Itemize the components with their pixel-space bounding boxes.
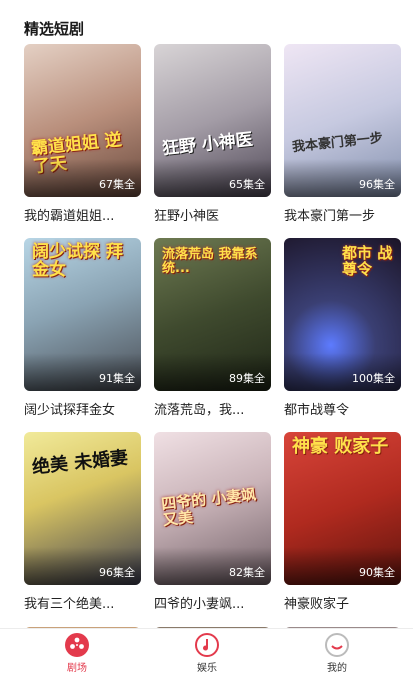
- drama-poster[interactable]: 四爷的 小妻飒又美 82集全: [154, 432, 271, 585]
- episode-count: 91集全: [99, 372, 135, 385]
- episode-count: 90集全: [359, 566, 395, 579]
- drama-card[interactable]: 狂野 小神医 65集全 狂野小神医: [154, 44, 271, 224]
- drama-poster[interactable]: 都市 战尊令 100集全: [284, 238, 401, 391]
- drama-title[interactable]: 阔少试探拜金女: [24, 399, 141, 418]
- drama-card[interactable]: 神豪 败家子 90集全 神豪败家子: [284, 432, 401, 612]
- episode-count: 65集全: [229, 178, 265, 191]
- drama-title[interactable]: 我本豪门第一步: [284, 205, 401, 224]
- drama-grid: 霸道姐姐 逆了天 67集全 我的霸道姐姐... 狂野 小神医 65集全 狂野小神…: [0, 0, 413, 681]
- tab-label: 剧场: [67, 663, 87, 674]
- drama-poster[interactable]: 霸道姐姐 逆了天 67集全: [24, 44, 141, 197]
- film-reel-icon: [65, 633, 89, 657]
- drama-poster[interactable]: 狂野 小神医 65集全: [154, 44, 271, 197]
- profile-smile-icon: [325, 633, 349, 657]
- tab-label: 我的: [327, 663, 347, 674]
- tab-mine[interactable]: 我的: [297, 633, 377, 674]
- poster-tagline: 神豪 败家子: [292, 436, 389, 457]
- drama-poster[interactable]: 阔少试探 拜金女 91集全: [24, 238, 141, 391]
- drama-title[interactable]: 我有三个绝美...: [24, 593, 141, 612]
- episode-count: 82集全: [229, 566, 265, 579]
- episode-count: 67集全: [99, 178, 135, 191]
- drama-title[interactable]: 四爷的小妻飒...: [154, 593, 271, 612]
- drama-card[interactable]: 我本豪门第一步 96集全 我本豪门第一步: [284, 44, 401, 224]
- tab-theater[interactable]: 剧场: [37, 633, 117, 674]
- tab-entertainment[interactable]: 娱乐: [167, 633, 247, 674]
- drama-card[interactable]: 霸道姐姐 逆了天 67集全 我的霸道姐姐...: [24, 44, 141, 224]
- drama-title[interactable]: 神豪败家子: [284, 593, 401, 612]
- tab-label: 娱乐: [197, 663, 217, 674]
- drama-card[interactable]: 四爷的 小妻飒又美 82集全 四爷的小妻飒...: [154, 432, 271, 612]
- drama-title[interactable]: 都市战尊令: [284, 399, 401, 418]
- drama-title[interactable]: 流落荒岛，我...: [154, 399, 271, 418]
- drama-poster[interactable]: 绝美 未婚妻 96集全: [24, 432, 141, 585]
- poster-tagline: 流落荒岛 我靠系统...: [162, 247, 258, 276]
- episode-count: 89集全: [229, 372, 265, 385]
- drama-poster[interactable]: 神豪 败家子 90集全: [284, 432, 401, 585]
- episode-count: 96集全: [359, 178, 395, 191]
- episode-count: 100集全: [352, 372, 395, 385]
- drama-card[interactable]: 绝美 未婚妻 96集全 我有三个绝美...: [24, 432, 141, 612]
- poster-tagline: 都市 战尊令: [342, 244, 393, 278]
- music-note-icon: [195, 633, 219, 657]
- drama-card[interactable]: 都市 战尊令 100集全 都市战尊令: [284, 238, 401, 418]
- drama-poster[interactable]: 流落荒岛 我靠系统... 89集全: [154, 238, 271, 391]
- drama-title[interactable]: 我的霸道姐姐...: [24, 205, 141, 224]
- drama-title[interactable]: 狂野小神医: [154, 205, 271, 224]
- drama-poster[interactable]: 我本豪门第一步 96集全: [284, 44, 401, 197]
- episode-count: 96集全: [99, 566, 135, 579]
- poster-tagline: 阔少试探 拜金女: [32, 242, 123, 280]
- drama-card[interactable]: 阔少试探 拜金女 91集全 阔少试探拜金女: [24, 238, 141, 418]
- bottom-tab-bar: 剧场 娱乐 我的: [0, 628, 413, 681]
- drama-card[interactable]: 流落荒岛 我靠系统... 89集全 流落荒岛，我...: [154, 238, 271, 418]
